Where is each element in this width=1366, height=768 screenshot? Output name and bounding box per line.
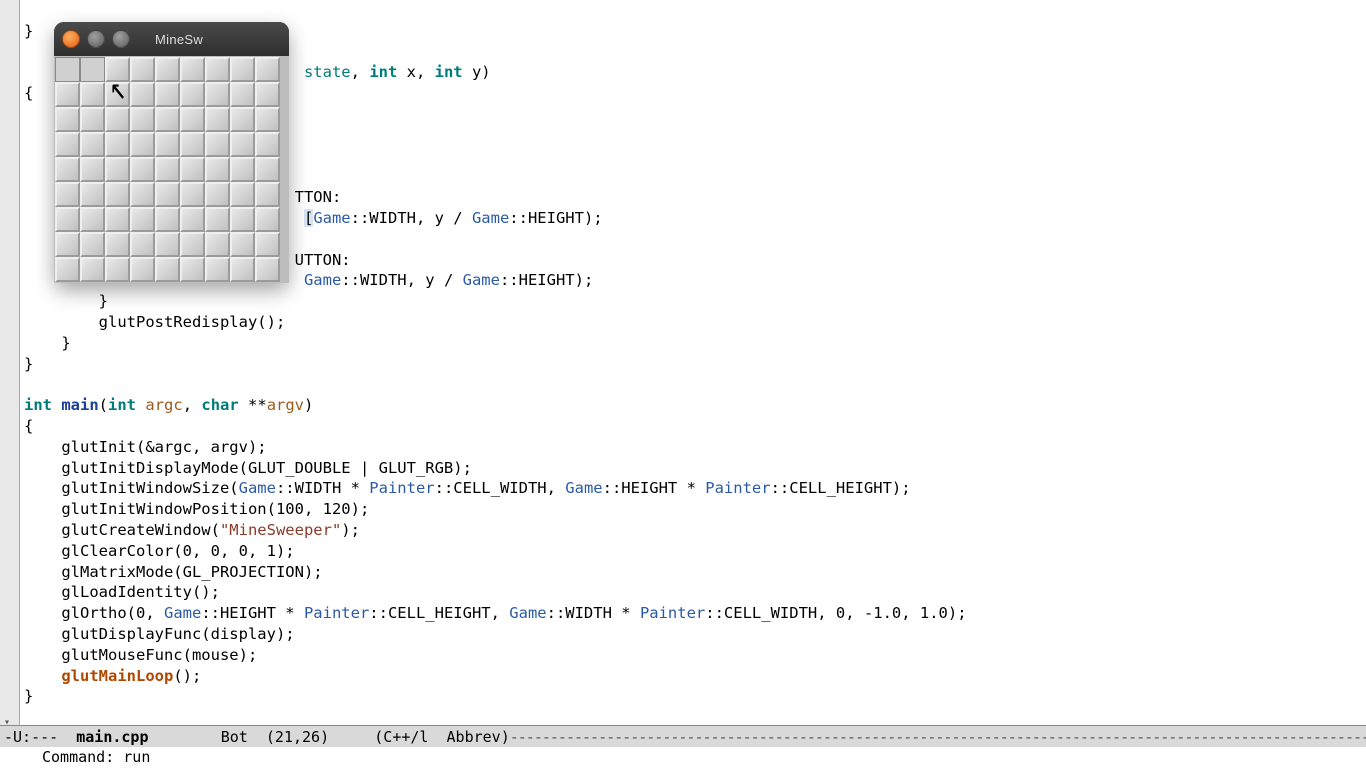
minesweeper-cell[interactable]: [230, 257, 255, 282]
minesweeper-cell[interactable]: [205, 157, 230, 182]
minesweeper-cell[interactable]: [130, 232, 155, 257]
close-icon[interactable]: [62, 30, 80, 48]
code-line: }: [24, 22, 33, 40]
minesweeper-cell[interactable]: [105, 157, 130, 182]
minesweeper-cell[interactable]: [80, 257, 105, 282]
minesweeper-cell[interactable]: [230, 82, 255, 107]
code-line: } glutPostRedisplay(); } } int main(int …: [24, 292, 967, 705]
minesweeper-cell[interactable]: [155, 157, 180, 182]
minesweeper-cell[interactable]: [130, 57, 155, 82]
minesweeper-cell[interactable]: [105, 107, 130, 132]
minesweeper-cell[interactable]: [255, 132, 280, 157]
minesweeper-cell[interactable]: [180, 132, 205, 157]
minesweeper-cell[interactable]: [205, 57, 230, 82]
minesweeper-cell[interactable]: [80, 157, 105, 182]
minesweeper-cell[interactable]: [55, 157, 80, 182]
emacs-minibuffer[interactable]: Command: run: [0, 747, 1366, 768]
titlebar[interactable]: MineSw: [54, 22, 289, 56]
minesweeper-cell[interactable]: [230, 132, 255, 157]
minesweeper-cell[interactable]: [55, 82, 80, 107]
minesweeper-cell[interactable]: [130, 132, 155, 157]
minesweeper-grid[interactable]: [54, 56, 289, 283]
window-title: MineSw: [155, 32, 203, 47]
minesweeper-cell[interactable]: [255, 57, 280, 82]
minesweeper-cell[interactable]: [105, 82, 130, 107]
minesweeper-cell[interactable]: [255, 157, 280, 182]
minesweeper-cell[interactable]: [55, 57, 80, 82]
minesweeper-cell[interactable]: [80, 207, 105, 232]
minesweeper-cell[interactable]: [205, 207, 230, 232]
minesweeper-cell[interactable]: [155, 82, 180, 107]
minesweeper-cell[interactable]: [130, 82, 155, 107]
minesweeper-cell[interactable]: [230, 157, 255, 182]
minesweeper-cell[interactable]: [55, 232, 80, 257]
minesweeper-cell[interactable]: [155, 182, 180, 207]
minesweeper-cell[interactable]: [230, 107, 255, 132]
minesweeper-cell[interactable]: [255, 182, 280, 207]
minesweeper-cell[interactable]: [80, 182, 105, 207]
minesweeper-cell[interactable]: [180, 107, 205, 132]
minesweeper-cell[interactable]: [255, 207, 280, 232]
minesweeper-cell[interactable]: [180, 57, 205, 82]
minesweeper-cell[interactable]: [180, 207, 205, 232]
minesweeper-cell[interactable]: [55, 207, 80, 232]
minesweeper-cell[interactable]: [55, 257, 80, 282]
code-line: {: [24, 84, 33, 102]
minesweeper-cell[interactable]: [105, 57, 130, 82]
minesweeper-cell[interactable]: [255, 82, 280, 107]
minesweeper-cell[interactable]: [180, 182, 205, 207]
minesweeper-cell[interactable]: [180, 257, 205, 282]
minesweeper-cell[interactable]: [105, 132, 130, 157]
minesweeper-cell[interactable]: [205, 82, 230, 107]
minesweeper-cell[interactable]: [255, 257, 280, 282]
minesweeper-cell[interactable]: [80, 57, 105, 82]
minesweeper-cell[interactable]: [105, 232, 130, 257]
minesweeper-cell[interactable]: [155, 257, 180, 282]
minesweeper-cell[interactable]: [55, 107, 80, 132]
minesweeper-cell[interactable]: [80, 107, 105, 132]
minesweeper-cell[interactable]: [230, 57, 255, 82]
minesweeper-cell[interactable]: [180, 232, 205, 257]
minesweeper-cell[interactable]: [130, 107, 155, 132]
minesweeper-cell[interactable]: [105, 207, 130, 232]
minesweeper-cell[interactable]: [155, 107, 180, 132]
minesweeper-cell[interactable]: [205, 232, 230, 257]
minesweeper-cell[interactable]: [205, 107, 230, 132]
minesweeper-cell[interactable]: [155, 132, 180, 157]
minesweeper-cell[interactable]: [130, 182, 155, 207]
maximize-icon[interactable]: [112, 30, 130, 48]
minesweeper-cell[interactable]: [105, 257, 130, 282]
minesweeper-cell[interactable]: [230, 207, 255, 232]
minesweeper-cell[interactable]: [205, 257, 230, 282]
minesweeper-cell[interactable]: [155, 232, 180, 257]
minesweeper-cell[interactable]: [130, 257, 155, 282]
minesweeper-window[interactable]: MineSw: [54, 22, 289, 283]
minesweeper-cell[interactable]: [230, 232, 255, 257]
minimize-icon[interactable]: [87, 30, 105, 48]
minesweeper-cell[interactable]: [80, 232, 105, 257]
minesweeper-cell[interactable]: [80, 132, 105, 157]
minesweeper-cell[interactable]: [130, 207, 155, 232]
minesweeper-cell[interactable]: [180, 82, 205, 107]
minesweeper-cell[interactable]: [130, 157, 155, 182]
emacs-modeline: -U:--- main.cpp Bot (21,26) (C++/l Abbre…: [0, 725, 1366, 747]
minesweeper-cell[interactable]: [205, 132, 230, 157]
minesweeper-cell[interactable]: [155, 207, 180, 232]
editor-scrollbar[interactable]: ▾: [0, 0, 20, 768]
minesweeper-cell[interactable]: [255, 107, 280, 132]
minesweeper-cell[interactable]: [155, 57, 180, 82]
minesweeper-cell[interactable]: [55, 132, 80, 157]
minesweeper-cell[interactable]: [230, 182, 255, 207]
minesweeper-cell[interactable]: [255, 232, 280, 257]
minesweeper-cell[interactable]: [180, 157, 205, 182]
minesweeper-cell[interactable]: [205, 182, 230, 207]
minesweeper-cell[interactable]: [105, 182, 130, 207]
minesweeper-cell[interactable]: [55, 182, 80, 207]
minesweeper-cell[interactable]: [80, 82, 105, 107]
